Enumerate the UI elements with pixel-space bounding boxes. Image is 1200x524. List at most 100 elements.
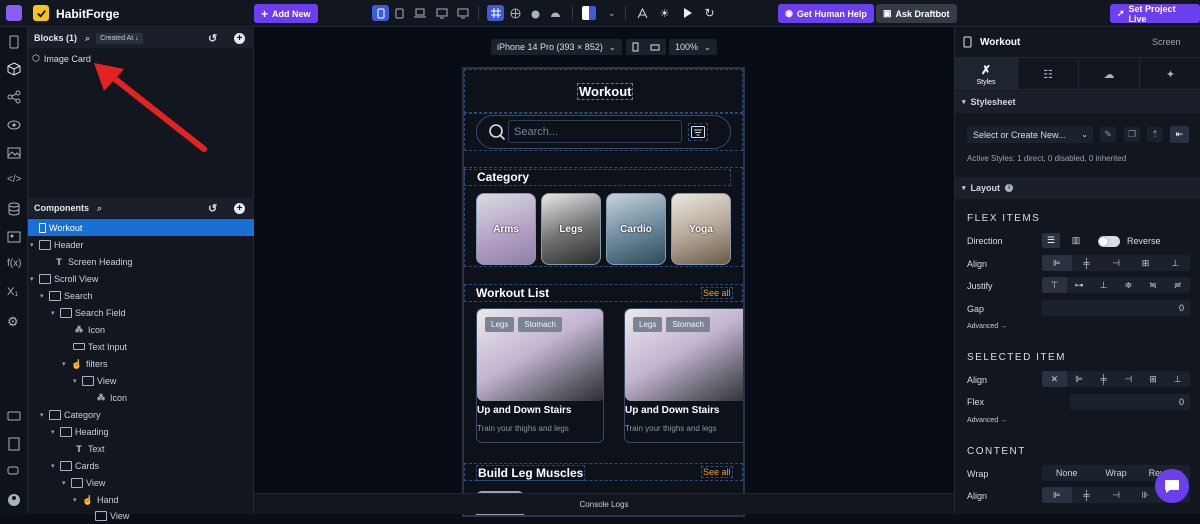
ask-draftbot-button[interactable]: ▣ Ask Draftbot <box>876 4 957 23</box>
align-start-icon[interactable]: ⊫ <box>1042 487 1072 503</box>
tab-ai[interactable]: ✦ <box>1139 58 1200 90</box>
get-human-help-button[interactable]: ◉ Get Human Help <box>778 4 874 23</box>
selected-align-options[interactable]: ✕ ⊫ ╪ ⊣ ⊞ ⊥ <box>1042 371 1190 387</box>
category-card[interactable]: Cardio <box>606 193 666 265</box>
align-stretch-icon[interactable]: ⊞ <box>1141 371 1166 387</box>
tree-node-view-2[interactable]: ▾ View <box>28 474 254 491</box>
detach-icon[interactable]: ⇤ <box>1170 126 1189 143</box>
settings-icon[interactable]: ⚙ <box>7 314 21 329</box>
tree-node-filters[interactable]: ▾ ☝ filters <box>28 355 254 372</box>
page-icon[interactable] <box>7 35 21 49</box>
tree-node-text[interactable]: T Text <box>28 440 254 457</box>
tab-properties[interactable]: ☷ <box>1017 58 1078 90</box>
add-component-icon[interactable]: + <box>234 203 245 214</box>
variable-icon[interactable]: X₁ <box>7 286 21 300</box>
orientation-toggle[interactable] <box>626 39 666 55</box>
tree-node-heading[interactable]: ▾ Heading <box>28 423 254 440</box>
assets-icon[interactable] <box>7 146 21 160</box>
edit-icon[interactable]: ✎ <box>1100 127 1116 142</box>
justify-center-icon[interactable]: ⊶ <box>1067 277 1092 293</box>
align-end-icon[interactable]: ⊣ <box>1116 371 1141 387</box>
align-none-icon[interactable]: ✕ <box>1042 371 1067 387</box>
workout-card[interactable]: Legs Stomach Up and Down Stairs Train you… <box>476 308 604 443</box>
see-all-link[interactable]: See all <box>701 287 733 299</box>
tree-node-text-input[interactable]: Text Input <box>28 338 254 355</box>
add-block-icon[interactable]: + <box>234 33 245 44</box>
align-options[interactable]: ⊫ ╪ ⊣ ⊞ ⊥ <box>1042 255 1190 271</box>
see-all-link[interactable]: See all <box>701 466 733 478</box>
sun-icon[interactable]: ☀ <box>656 5 673 21</box>
align-center-icon[interactable]: ╪ <box>1072 487 1102 503</box>
mobile-device-icon[interactable] <box>372 5 389 21</box>
tree-node-view-3[interactable]: View <box>28 507 254 524</box>
stylesheet-section-header[interactable]: ▾ Stylesheet <box>955 91 1200 113</box>
tree-node-header[interactable]: ▾ Header <box>28 236 254 253</box>
tab-styles[interactable]: ✗ Styles <box>955 58 1017 90</box>
tablet-device-icon[interactable] <box>391 5 408 21</box>
cube-icon[interactable] <box>7 62 21 76</box>
frame-icon[interactable] <box>487 5 504 21</box>
tree-node-scroll-view[interactable]: ▾ Scroll View <box>28 270 254 287</box>
align-stretch-icon[interactable]: ⊞ <box>1131 255 1161 271</box>
direction-row-button[interactable]: ☰ <box>1042 233 1060 248</box>
desktop-device-icon[interactable] <box>433 5 450 21</box>
workout-card[interactable]: Legs Stomach Up and Down Stairs Train you… <box>624 308 743 443</box>
gap-input[interactable]: 0 <box>1042 300 1190 316</box>
advanced-link[interactable]: Advanced → <box>967 323 1007 330</box>
align-center-icon[interactable]: ╪ <box>1091 371 1116 387</box>
monitor-device-icon[interactable] <box>454 5 471 21</box>
device-select[interactable]: iPhone 14 Pro (393 × 852) ⌄ <box>491 39 622 55</box>
justify-between-icon[interactable]: ≑ <box>1116 277 1141 293</box>
justify-evenly-icon[interactable]: ≓ <box>1165 277 1190 293</box>
align-end-icon[interactable]: ⊣ <box>1101 487 1131 503</box>
globe-icon[interactable] <box>507 5 524 21</box>
info-icon[interactable]: i <box>1005 184 1014 192</box>
copy-icon[interactable]: ❐ <box>1124 127 1140 142</box>
search-icon[interactable]: ⌕ <box>97 203 102 214</box>
user-avatar-icon[interactable] <box>7 493 21 507</box>
function-icon[interactable]: f(x) <box>7 258 21 272</box>
console-bar[interactable]: Console Logs <box>254 493 954 514</box>
chat-launcher-button[interactable] <box>1155 469 1189 503</box>
search-icon[interactable]: ⌕ <box>85 33 90 44</box>
upload-icon[interactable]: ⇡ <box>1147 127 1163 142</box>
eye-icon[interactable] <box>7 118 21 132</box>
search-text-input[interactable]: Search... <box>508 120 682 143</box>
tree-node-screen-heading[interactable]: T Screen Heading <box>28 253 254 270</box>
sort-chip[interactable]: Created At ↓ <box>96 32 143 44</box>
align-baseline-icon[interactable]: ⊥ <box>1165 371 1190 387</box>
tree-node-icon[interactable]: ⁂ Icon <box>28 321 254 338</box>
block-item[interactable]: ⬡ Image Card <box>32 53 91 64</box>
category-card[interactable]: Yoga <box>671 193 731 265</box>
set-project-live-button[interactable]: ➚ Set Project Live <box>1110 4 1200 24</box>
add-new-button[interactable]: + Add New <box>254 4 318 23</box>
share-icon[interactable] <box>7 90 21 104</box>
tree-node-search[interactable]: ▾ Search <box>28 287 254 304</box>
apple-icon[interactable] <box>527 5 544 21</box>
screen-heading[interactable]: Workout <box>577 83 634 100</box>
justify-around-icon[interactable]: ≒ <box>1141 277 1166 293</box>
android-icon[interactable] <box>547 5 564 21</box>
direction-column-button[interactable]: ▥ <box>1067 233 1085 248</box>
tree-node-category[interactable]: ▾ Category <box>28 406 254 423</box>
align-baseline-icon[interactable]: ⊥ <box>1160 255 1190 271</box>
code-icon[interactable]: </> <box>7 174 21 188</box>
history-icon[interactable]: ↺ <box>208 202 217 215</box>
layout-section-header[interactable]: ▾ Layout i <box>955 177 1200 199</box>
chevron-down-icon[interactable]: ⌄ <box>608 8 616 19</box>
docs-icon[interactable] <box>7 437 21 451</box>
landscape-icon[interactable] <box>650 44 660 51</box>
advanced-link[interactable]: Advanced → <box>967 417 1007 424</box>
zoom-select[interactable]: 100% ⌄ <box>669 39 717 55</box>
tree-node-search-field[interactable]: ▾ Search Field <box>28 304 254 321</box>
tab-data[interactable]: ☁ <box>1078 58 1139 90</box>
database-icon[interactable] <box>7 202 21 216</box>
play-icon[interactable] <box>679 5 696 21</box>
tree-node-icon-2[interactable]: ⁂ Icon <box>28 389 254 406</box>
tree-node-cards[interactable]: ▾ Cards <box>28 457 254 474</box>
category-card[interactable]: Legs <box>541 193 601 265</box>
justify-options[interactable]: ⊤ ⊶ ⊥ ≑ ≒ ≓ <box>1042 277 1190 293</box>
justify-end-icon[interactable]: ⊥ <box>1091 277 1116 293</box>
category-card[interactable]: Arms <box>476 193 536 265</box>
tree-node-workout[interactable]: Workout <box>28 219 254 236</box>
